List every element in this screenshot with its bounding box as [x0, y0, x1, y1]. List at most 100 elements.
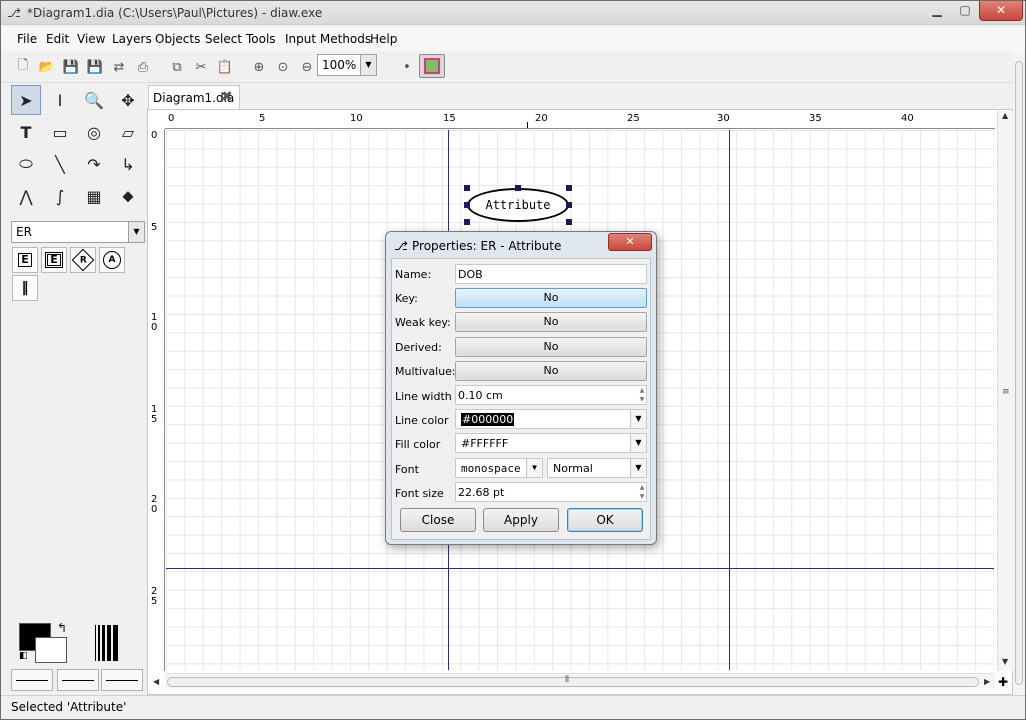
scroll-tool-icon[interactable]: ✥	[113, 85, 143, 115]
cut-icon[interactable]: ✂	[191, 57, 211, 77]
navigation-icon[interactable]: ✚	[998, 675, 1008, 689]
polyline-tool-icon[interactable]: ⋀	[11, 181, 41, 211]
line-style[interactable]	[57, 669, 99, 691]
multivalue-toggle-button[interactable]: No	[455, 361, 647, 381]
zigzag-line-tool-icon[interactable]: ↳	[113, 149, 143, 179]
ellipse-tool-icon[interactable]: ◎	[79, 117, 109, 147]
er-relationship-icon[interactable]: R	[70, 247, 96, 273]
ok-button[interactable]: OK	[567, 508, 643, 532]
spinner-arrows-icon[interactable]: ▲ ▼	[638, 483, 646, 501]
spinner-arrows-icon[interactable]: ▲ ▼	[638, 386, 646, 404]
resize-handle[interactable]	[566, 185, 572, 191]
er-participation-icon[interactable]: ‖	[12, 275, 38, 301]
start-arrow-style[interactable]	[11, 669, 53, 691]
zoom-fit-icon[interactable]: ⊙	[273, 57, 293, 77]
name-field[interactable]: DOB	[455, 264, 647, 284]
resize-handle[interactable]	[464, 202, 470, 208]
scroll-down-icon[interactable]: ▼	[1002, 657, 1008, 666]
polygon-tool-icon[interactable]: ▱	[113, 117, 143, 147]
fill-color-combo[interactable]: #FFFFFF ▼	[455, 433, 647, 453]
print-icon[interactable]: ⎙	[133, 57, 153, 77]
derived-toggle-button[interactable]: No	[455, 337, 647, 357]
canvas-vertical-scrollbar[interactable]: ▲ ≡ ▼	[997, 111, 1013, 671]
reset-colors-icon[interactable]: ◧	[19, 651, 28, 661]
close-tab-icon[interactable]: ✖	[221, 89, 233, 105]
line-color-combo[interactable]: #000000 ▼	[455, 409, 647, 429]
weak-key-toggle-button[interactable]: No	[455, 312, 647, 332]
font-size-spinner[interactable]: 22.68 pt ▲ ▼	[455, 482, 647, 502]
menu-layers[interactable]: Layers	[112, 32, 152, 46]
scroll-grip-icon[interactable]: ≡	[1002, 387, 1010, 397]
image-tool-icon[interactable]: ▦	[79, 181, 109, 211]
chevron-down-icon[interactable]: ▼	[526, 459, 542, 477]
beziergon-tool-icon[interactable]: ⬭	[11, 149, 41, 179]
resize-handle[interactable]	[566, 202, 572, 208]
save-icon[interactable]: 💾	[61, 57, 81, 77]
maximize-button[interactable]: ▢	[951, 1, 979, 21]
close-button[interactable]: Close	[400, 508, 476, 532]
er-attribute-icon[interactable]: A	[99, 247, 125, 273]
bezier-line-tool-icon[interactable]: ∫	[45, 181, 75, 211]
er-attribute-shape[interactable]: Attribute	[467, 188, 569, 222]
close-window-button[interactable]: ✕	[979, 1, 1023, 21]
chevron-down-icon[interactable]: ▼	[630, 459, 646, 477]
snap-to-objects-toggle[interactable]	[419, 54, 445, 78]
grid-snap-dot-icon[interactable]: •	[397, 57, 417, 77]
background-color-swatch[interactable]	[35, 637, 67, 663]
scroll-right-icon[interactable]: ▶	[984, 677, 990, 686]
scroll-up-icon[interactable]: ▲	[1002, 111, 1008, 120]
outline-tool-icon[interactable]: ⬥	[113, 181, 143, 211]
open-file-icon[interactable]: 📂	[37, 57, 57, 77]
box-tool-icon[interactable]: ▭	[45, 117, 75, 147]
er-entity-icon[interactable]: E	[12, 247, 38, 273]
pointer-tool-icon[interactable]: ➤	[11, 85, 41, 115]
canvas-horizontal-scrollbar[interactable]: ⦀	[165, 673, 995, 689]
font-style-combo[interactable]: Normal ▼	[547, 458, 647, 478]
sheet-select[interactable]: ER ▼	[11, 221, 145, 243]
arc-tool-icon[interactable]: ↷	[79, 149, 109, 179]
menu-edit[interactable]: Edit	[46, 32, 69, 46]
window-vertical-scrollbar[interactable]	[1013, 51, 1025, 697]
scroll-thumb[interactable]	[1015, 61, 1023, 685]
zoom-select[interactable]: 100% ▼	[317, 54, 377, 76]
resize-handle[interactable]	[566, 219, 572, 225]
er-weak-entity-icon[interactable]: E	[41, 247, 67, 273]
chevron-down-icon[interactable]: ▼	[128, 222, 144, 242]
scroll-grip-icon[interactable]: ⦀	[565, 675, 569, 685]
line-width-selector[interactable]	[95, 625, 131, 661]
menu-input-methods[interactable]: Input Methods	[285, 32, 371, 46]
paste-icon[interactable]: 📋	[215, 57, 235, 77]
menu-file[interactable]: File	[17, 32, 37, 46]
menu-select[interactable]: Select	[205, 32, 242, 46]
scroll-thumb[interactable]	[167, 677, 979, 687]
font-family-combo[interactable]: monospace ▼	[455, 458, 543, 478]
text-tool-icon[interactable]: T	[11, 117, 41, 147]
minimize-button[interactable]: ▁	[923, 1, 951, 21]
apply-button[interactable]: Apply	[483, 508, 559, 532]
new-file-icon[interactable]: 🗋	[13, 57, 33, 77]
swap-colors-icon[interactable]: ↰	[57, 621, 67, 635]
resize-handle[interactable]	[464, 219, 470, 225]
magnify-tool-icon[interactable]: 🔍	[79, 85, 109, 115]
resize-handle[interactable]	[515, 185, 521, 191]
export-icon[interactable]: ⇄	[109, 57, 129, 77]
key-toggle-button[interactable]: No	[455, 288, 647, 308]
copy-icon[interactable]: ⧉	[167, 57, 187, 77]
close-dialog-button[interactable]: ✕	[608, 233, 652, 251]
menu-tools[interactable]: Tools	[246, 32, 276, 46]
line-width-spinner[interactable]: 0.10 cm ▲ ▼	[455, 385, 647, 405]
scroll-left-icon[interactable]: ◀	[153, 677, 159, 686]
end-arrow-style[interactable]	[101, 669, 143, 691]
zoom-out-icon[interactable]: ⊖	[297, 57, 317, 77]
chevron-down-icon[interactable]: ▼	[630, 410, 646, 428]
zoom-in-icon[interactable]: ⊕	[249, 57, 269, 77]
tab-diagram1[interactable]: Diagram1.dia ✖	[148, 85, 240, 109]
menu-help[interactable]: Help	[370, 32, 397, 46]
chevron-down-icon[interactable]: ▼	[630, 434, 646, 452]
line-tool-icon[interactable]: ╲	[45, 149, 75, 179]
chevron-down-icon[interactable]: ▼	[360, 55, 376, 75]
text-edit-tool-icon[interactable]: I	[45, 85, 75, 115]
resize-handle[interactable]	[464, 185, 470, 191]
menu-objects[interactable]: Objects	[155, 32, 200, 46]
save-as-icon[interactable]: 💾	[85, 57, 105, 77]
